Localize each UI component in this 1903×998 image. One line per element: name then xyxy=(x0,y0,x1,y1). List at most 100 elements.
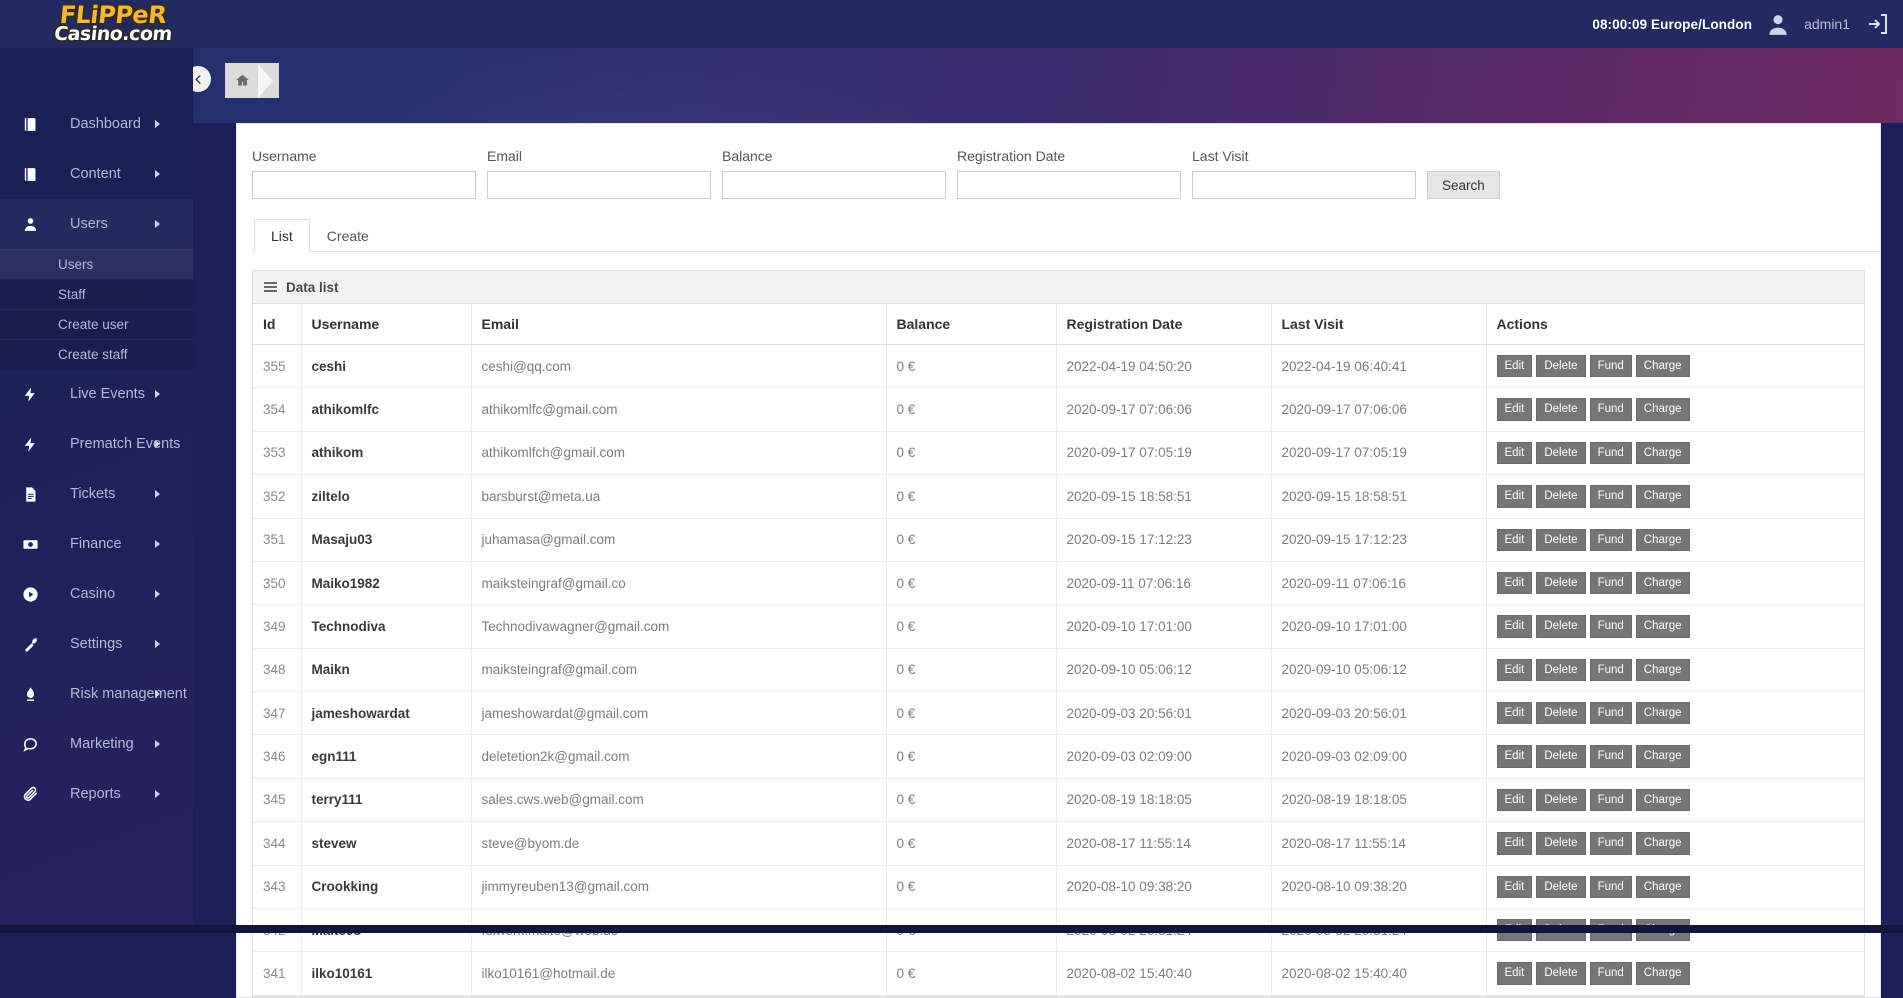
edit-button[interactable]: Edit xyxy=(1496,615,1533,638)
registration-date-input[interactable] xyxy=(957,171,1181,199)
tab-list[interactable]: List xyxy=(254,219,310,252)
delete-button[interactable]: Delete xyxy=(1536,788,1586,812)
sidebar-subitem-label: Create staff xyxy=(58,347,128,362)
edit-button[interactable]: Edit xyxy=(1496,875,1533,898)
sidebar-item-label: Prematch Events xyxy=(70,436,181,452)
charge-button[interactable]: Charge xyxy=(1635,658,1690,681)
delete-button[interactable]: Delete xyxy=(1536,355,1586,378)
row-action-group: EditDeleteFundCharge xyxy=(1496,615,1855,638)
column-header-email[interactable]: Email xyxy=(471,304,887,345)
fund-button[interactable]: Fund xyxy=(1589,875,1632,898)
edit-button[interactable]: Edit xyxy=(1496,441,1533,465)
search-button[interactable]: Search xyxy=(1427,171,1500,199)
sidebar-subitem-users[interactable]: Users xyxy=(0,249,193,279)
edit-button[interactable]: Edit xyxy=(1496,745,1533,768)
table-row: 343 Crookking jimmyreuben13@gmail.com 0 €20… xyxy=(253,865,1864,909)
last-visit-input[interactable] xyxy=(1192,171,1416,199)
balance-input[interactable] xyxy=(722,171,946,199)
email-input[interactable] xyxy=(487,171,711,199)
username-input[interactable] xyxy=(252,171,476,199)
logout-button[interactable] xyxy=(1863,9,1893,39)
charge-button[interactable]: Charge xyxy=(1635,528,1690,551)
fund-button[interactable]: Fund xyxy=(1589,528,1632,551)
sidebar-item-settings[interactable]: Settings xyxy=(0,619,193,669)
fund-button[interactable]: Fund xyxy=(1589,571,1632,595)
fund-button[interactable]: Fund xyxy=(1589,441,1632,465)
fund-button[interactable]: Fund xyxy=(1589,832,1632,855)
sidebar-subitem-create-staff[interactable]: Create staff xyxy=(0,339,193,369)
sidebar-item-casino[interactable]: Casino xyxy=(0,569,193,619)
sidebar-subitem-label: Create user xyxy=(58,317,129,332)
cell-registration-date: 2020-08-10 09:38:20 xyxy=(1056,865,1272,909)
edit-button[interactable]: Edit xyxy=(1496,658,1533,681)
column-header-id[interactable]: Id xyxy=(253,304,302,345)
delete-button[interactable]: Delete xyxy=(1536,398,1586,421)
sidebar-item-content[interactable]: Content xyxy=(0,149,193,199)
delete-button[interactable]: Delete xyxy=(1536,745,1586,768)
delete-button[interactable]: Delete xyxy=(1536,702,1586,725)
edit-button[interactable]: Edit xyxy=(1496,485,1533,508)
charge-button[interactable]: Charge xyxy=(1635,962,1690,985)
table-body: 355 ceshi ceshi@qq.com 0 €2022-04-19 04:50:… xyxy=(253,344,1864,996)
charge-button[interactable]: Charge xyxy=(1635,702,1690,725)
delete-button[interactable]: Delete xyxy=(1536,658,1586,681)
charge-button[interactable]: Charge xyxy=(1635,441,1690,465)
edit-button[interactable]: Edit xyxy=(1496,355,1533,378)
sidebar-item-marketing[interactable]: Marketing xyxy=(0,719,193,769)
fund-button[interactable]: Fund xyxy=(1589,702,1632,725)
edit-button[interactable]: Edit xyxy=(1496,788,1533,812)
charge-button[interactable]: Charge xyxy=(1635,745,1690,768)
fund-button[interactable]: Fund xyxy=(1589,788,1632,812)
delete-button[interactable]: Delete xyxy=(1536,615,1586,638)
charge-button[interactable]: Charge xyxy=(1635,615,1690,638)
sidebar-subitem-staff[interactable]: Staff xyxy=(0,279,193,309)
charge-button[interactable]: Charge xyxy=(1635,485,1690,508)
edit-button[interactable]: Edit xyxy=(1496,962,1533,985)
edit-button[interactable]: Edit xyxy=(1496,528,1533,551)
charge-button[interactable]: Charge xyxy=(1635,571,1690,595)
sidebar-item-risk-management[interactable]: Risk management xyxy=(0,669,193,719)
sidebar-subitem-create-user[interactable]: Create user xyxy=(0,309,193,339)
edit-button[interactable]: Edit xyxy=(1496,832,1533,855)
delete-button[interactable]: Delete xyxy=(1536,571,1586,595)
filter-balance: Balance xyxy=(722,148,946,199)
sidebar-item-reports[interactable]: Reports xyxy=(0,769,193,819)
sidebar-item-dashboard[interactable]: Dashboard xyxy=(0,99,193,149)
filter-last-visit: Last Visit xyxy=(1192,148,1416,199)
charge-button[interactable]: Charge xyxy=(1635,355,1690,378)
column-header-last-visit[interactable]: Last Visit xyxy=(1271,304,1487,345)
fund-button[interactable]: Fund xyxy=(1589,355,1632,378)
charge-button[interactable]: Charge xyxy=(1635,788,1690,812)
delete-button[interactable]: Delete xyxy=(1536,875,1586,898)
delete-button[interactable]: Delete xyxy=(1536,528,1586,551)
sidebar-item-finance[interactable]: Finance xyxy=(0,519,193,569)
fund-button[interactable]: Fund xyxy=(1589,658,1632,681)
column-header-username[interactable]: Username xyxy=(301,304,472,345)
bolt-icon xyxy=(22,386,48,403)
delete-button[interactable]: Delete xyxy=(1536,832,1586,855)
edit-button[interactable]: Edit xyxy=(1496,702,1533,725)
column-header-registration-date[interactable]: Registration Date xyxy=(1056,304,1272,345)
edit-button[interactable]: Edit xyxy=(1496,571,1533,595)
cell-balance: 0 € xyxy=(886,734,1057,779)
fund-button[interactable]: Fund xyxy=(1589,962,1632,985)
column-header-balance[interactable]: Balance xyxy=(886,304,1057,345)
delete-button[interactable]: Delete xyxy=(1536,485,1586,508)
delete-button[interactable]: Delete xyxy=(1536,962,1586,985)
brand-logo[interactable]: FLiPPeR Casino.com xyxy=(33,1,193,48)
breadcrumb[interactable] xyxy=(225,63,279,98)
sidebar-item-live-events[interactable]: Live Events xyxy=(0,369,193,419)
sidebar-item-tickets[interactable]: Tickets xyxy=(0,469,193,519)
sidebar-item-users[interactable]: Users xyxy=(0,199,193,249)
fund-button[interactable]: Fund xyxy=(1589,485,1632,508)
charge-button[interactable]: Charge xyxy=(1635,832,1690,855)
tab-create[interactable]: Create xyxy=(310,219,386,252)
charge-button[interactable]: Charge xyxy=(1635,398,1690,421)
fund-button[interactable]: Fund xyxy=(1589,745,1632,768)
fund-button[interactable]: Fund xyxy=(1589,615,1632,638)
charge-button[interactable]: Charge xyxy=(1635,875,1690,898)
edit-button[interactable]: Edit xyxy=(1496,398,1533,421)
fund-button[interactable]: Fund xyxy=(1589,398,1632,421)
sidebar-item-prematch-events[interactable]: Prematch Events xyxy=(0,419,193,469)
delete-button[interactable]: Delete xyxy=(1536,441,1586,465)
